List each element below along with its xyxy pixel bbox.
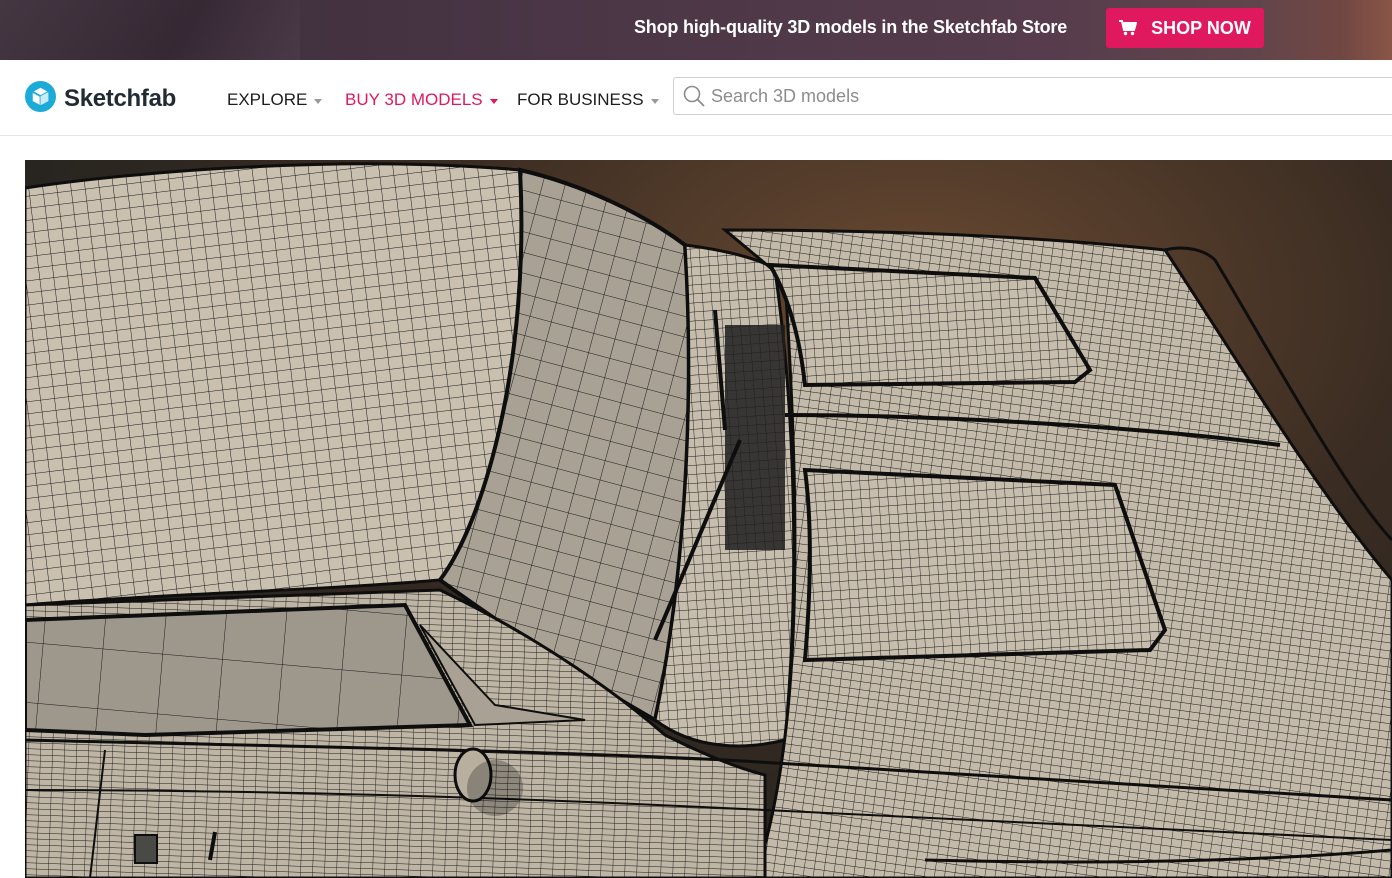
hero-model-viewer[interactable]	[25, 160, 1392, 878]
sketchfab-cube-icon	[25, 81, 56, 117]
nav-buy-3d-models[interactable]: BUY 3D MODELS	[345, 90, 498, 110]
nav-buy-3d-models-label: BUY 3D MODELS	[345, 90, 483, 109]
nav-explore-label: EXPLORE	[227, 90, 308, 109]
promo-text: Shop high-quality 3D models in the Sketc…	[634, 17, 1068, 37]
search-input[interactable]	[711, 85, 1371, 107]
search-icon[interactable]	[683, 85, 705, 107]
caret-down-icon	[650, 98, 659, 104]
shop-now-label: SHOP NOW	[1151, 17, 1251, 38]
nav-explore[interactable]: EXPLORE	[227, 90, 323, 110]
promo-banner-background-right	[1262, 0, 1392, 60]
promo-banner-background	[0, 0, 300, 60]
search-bar	[673, 77, 1392, 115]
nav-for-business[interactable]: FOR BUSINESS	[517, 90, 659, 110]
shop-now-button[interactable]: SHOP NOW	[1106, 8, 1264, 48]
nav-for-business-label: FOR BUSINESS	[517, 90, 644, 109]
wireframe-car-model	[25, 162, 1392, 878]
logo-text: Sketchfab	[64, 85, 177, 112]
promo-banner: Shop high-quality 3D models in the Sketc…	[0, 0, 1392, 60]
sketchfab-logo[interactable]: Sketchfab	[25, 81, 176, 117]
shopping-cart-icon	[1119, 20, 1138, 36]
caret-down-icon	[314, 98, 323, 104]
main-navbar: Sketchfab EXPLORE BUY 3D MODELS FOR BUSI…	[0, 60, 1392, 136]
caret-down-icon	[489, 98, 498, 104]
